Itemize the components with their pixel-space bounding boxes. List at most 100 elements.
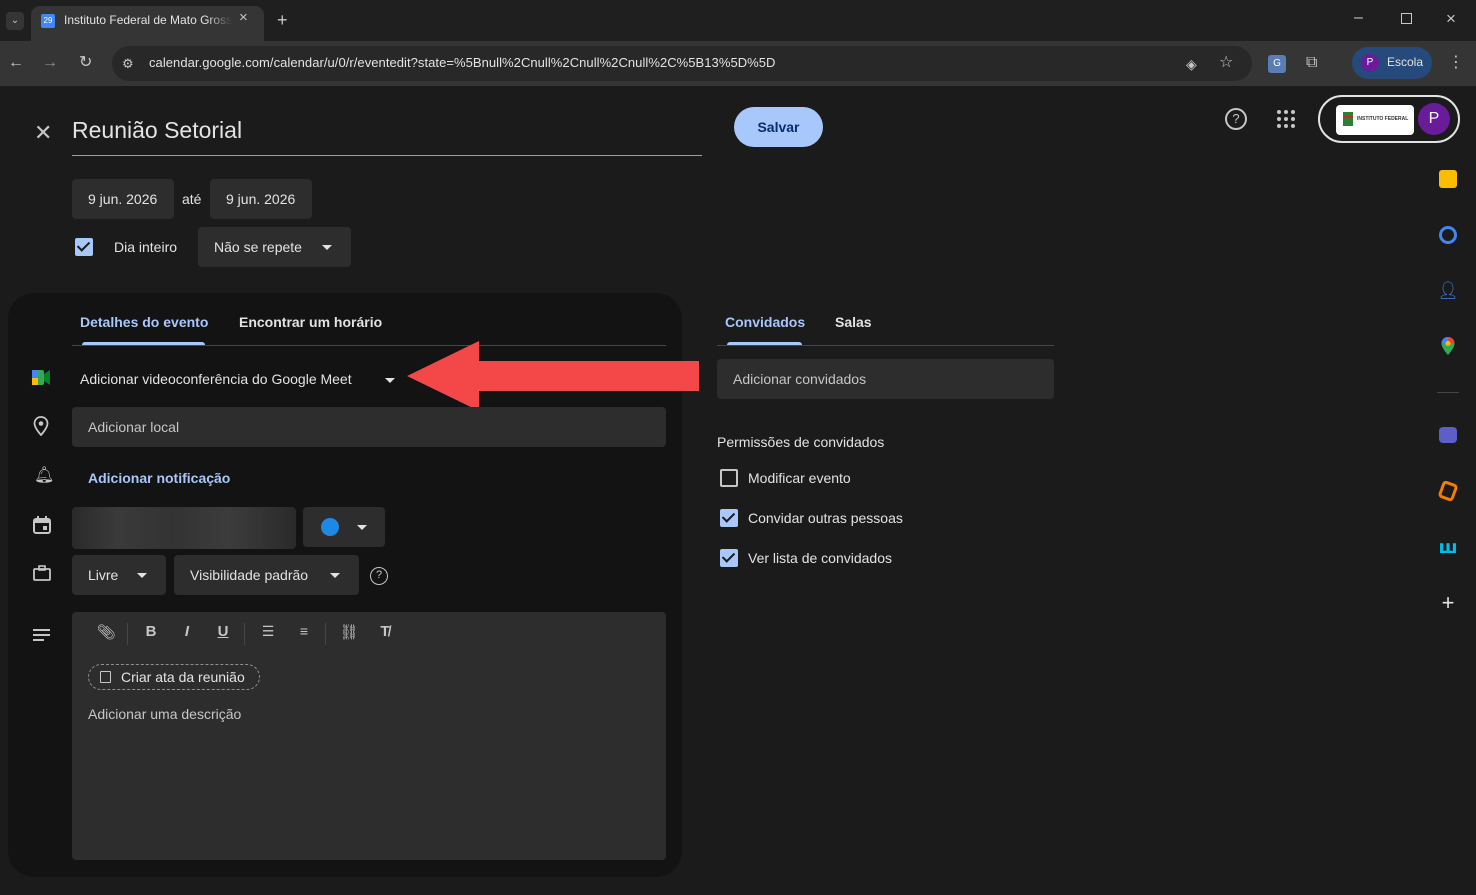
browser-tab-bar: ⌄ 29 Instituto Federal de Mato Grosso × … [0, 0, 1476, 41]
profile-label: Escola [1387, 55, 1424, 69]
event-edit-page: ✕ Reunião Setorial Salvar ? INSTITUTO FE… [0, 86, 1476, 895]
toolbar-divider [127, 623, 128, 645]
forward-arrow-icon[interactable]: → [42, 55, 58, 71]
tab-list-chevron-icon[interactable]: ⌄ [6, 12, 24, 30]
save-button[interactable]: Salvar [734, 107, 823, 147]
availability-value: Livre [88, 567, 119, 583]
calendar-icon [33, 516, 51, 539]
red-arrow-svg [407, 341, 699, 411]
window-minimize-icon[interactable]: – [1354, 10, 1363, 26]
location-pin-icon [33, 416, 49, 441]
description-placeholder[interactable]: Adicionar uma descrição [88, 706, 241, 722]
apps-grid-svg [1277, 110, 1295, 128]
browser-toolbar: ← → ↻ ⚙ calendar.google.com/calendar/u/0… [0, 41, 1476, 86]
red-arrow-annotation [405, 339, 701, 413]
description-lines-icon [33, 626, 51, 647]
bold-icon[interactable]: B [141, 623, 161, 640]
modify-event-checkbox[interactable] [720, 469, 738, 487]
briefcase-icon [33, 565, 51, 586]
tab-title: Instituto Federal de Mato Grosso [64, 13, 232, 27]
clear-formatting-icon[interactable]: T̸ [375, 623, 395, 640]
apps-grid-icon[interactable] [1276, 109, 1296, 129]
create-notes-chip[interactable]: Criar ata da reunião [88, 664, 260, 690]
attachment-icon[interactable]: 📎︎ [96, 623, 116, 641]
contacts-icon[interactable]: 👤︎ [1437, 280, 1459, 302]
add-meet-conference[interactable]: Adicionar videoconferência do Google Mee… [80, 371, 352, 387]
calendar-select-blurred[interactable] [72, 507, 296, 549]
translate-icon[interactable]: G [1268, 55, 1286, 73]
end-date-chip[interactable]: 9 jun. 2026 [210, 179, 312, 219]
meet-chevron-down-icon[interactable] [385, 378, 395, 383]
invite-others-checkbox[interactable] [720, 509, 738, 527]
org-logo: INSTITUTO FEDERAL [1336, 105, 1414, 135]
chevron-down-icon [322, 245, 332, 250]
add-guests-placeholder: Adicionar convidados [733, 371, 867, 387]
guest-permissions-title: Permissões de convidados [717, 434, 885, 450]
add-addon-plus-icon[interactable]: + [1437, 592, 1459, 614]
invite-others-label: Convidar outras pessoas [748, 510, 903, 526]
tab-find-time[interactable]: Encontrar um horário [239, 314, 382, 330]
tab-rooms[interactable]: Salas [835, 314, 872, 330]
event-title-input[interactable]: Reunião Setorial [72, 112, 702, 156]
reload-icon[interactable]: ↻ [79, 55, 92, 71]
webex-icon[interactable]: ꟺ [1437, 536, 1459, 558]
sidebar-divider [1437, 392, 1459, 393]
help-icon[interactable]: ? [1225, 108, 1247, 130]
teams-icon[interactable] [1437, 424, 1459, 446]
color-chevron-down-icon [357, 525, 367, 530]
underline-icon[interactable]: U [213, 623, 233, 640]
bell-icon: 🔔︎ [34, 467, 55, 484]
tab-guests[interactable]: Convidados [725, 314, 805, 330]
description-editor[interactable] [72, 612, 666, 860]
account-switcher[interactable]: INSTITUTO FEDERAL P [1318, 95, 1460, 143]
org-logo-text: INSTITUTO FEDERAL [1357, 116, 1409, 122]
active-tab-indicator [82, 342, 205, 345]
see-guest-list-checkbox[interactable] [720, 549, 738, 567]
visibility-help-icon[interactable]: ? [370, 567, 388, 585]
link-icon[interactable]: ⛓︎ [339, 623, 359, 641]
tasks-icon[interactable] [1437, 224, 1459, 246]
visibility-select[interactable]: Visibilidade padrão [174, 555, 359, 595]
add-guests-input[interactable]: Adicionar convidados [717, 359, 1054, 399]
repeat-select[interactable]: Não se repete [198, 227, 351, 267]
url-text[interactable]: calendar.google.com/calendar/u/0/r/event… [149, 55, 776, 70]
availability-select[interactable]: Livre [72, 555, 166, 595]
site-settings-icon[interactable]: ⚙ [122, 56, 134, 72]
keep-icon[interactable] [1437, 168, 1459, 190]
tab-close-icon[interactable]: × [239, 9, 248, 26]
bookmark-star-icon[interactable]: ☆ [1219, 55, 1233, 71]
visibility-chevron-down-icon [330, 573, 340, 578]
browser-tab[interactable]: 29 Instituto Federal de Mato Grosso × [31, 6, 264, 41]
visibility-value: Visibilidade padrão [190, 567, 309, 583]
italic-icon[interactable]: I [177, 623, 197, 640]
bulleted-list-icon[interactable]: ≡ [294, 623, 314, 639]
guests-tabs-divider [717, 345, 1054, 346]
new-tab-plus-icon[interactable]: + [277, 11, 288, 29]
location-input[interactable]: Adicionar local [72, 407, 666, 447]
all-day-checkbox[interactable] [75, 238, 93, 256]
back-arrow-icon[interactable]: ← [8, 55, 24, 71]
maps-icon[interactable] [1437, 336, 1459, 358]
more-menu-icon[interactable]: ⋮ [1448, 55, 1464, 71]
close-icon[interactable]: ✕ [34, 120, 52, 146]
google-meet-icon [32, 370, 50, 385]
event-color-select[interactable] [303, 507, 385, 547]
briefcase-svg [33, 565, 51, 581]
window-close-icon[interactable]: × [1446, 10, 1456, 27]
maps-svg [1441, 337, 1455, 355]
office-addon-icon[interactable] [1437, 479, 1459, 503]
tab-event-details[interactable]: Detalhes do evento [80, 314, 208, 330]
profile-button[interactable]: P Escola [1352, 47, 1432, 79]
until-label: até [182, 191, 202, 207]
start-date-chip[interactable]: 9 jun. 2026 [72, 179, 174, 219]
add-notification-link[interactable]: Adicionar notificação [88, 470, 230, 486]
calendar-favicon-icon: 29 [41, 14, 55, 28]
numbered-list-icon[interactable]: ☰ [258, 623, 278, 640]
create-notes-label: Criar ata da reunião [121, 669, 245, 685]
all-day-label: Dia inteiro [114, 239, 178, 255]
eye-icon[interactable]: ◈ [1186, 56, 1197, 72]
toolbar-divider [244, 623, 245, 645]
address-bar[interactable]: ⚙ calendar.google.com/calendar/u/0/r/eve… [112, 46, 1252, 81]
window-maximize-icon[interactable] [1401, 13, 1412, 24]
extensions-puzzle-icon[interactable]: ⧉ [1306, 55, 1317, 71]
